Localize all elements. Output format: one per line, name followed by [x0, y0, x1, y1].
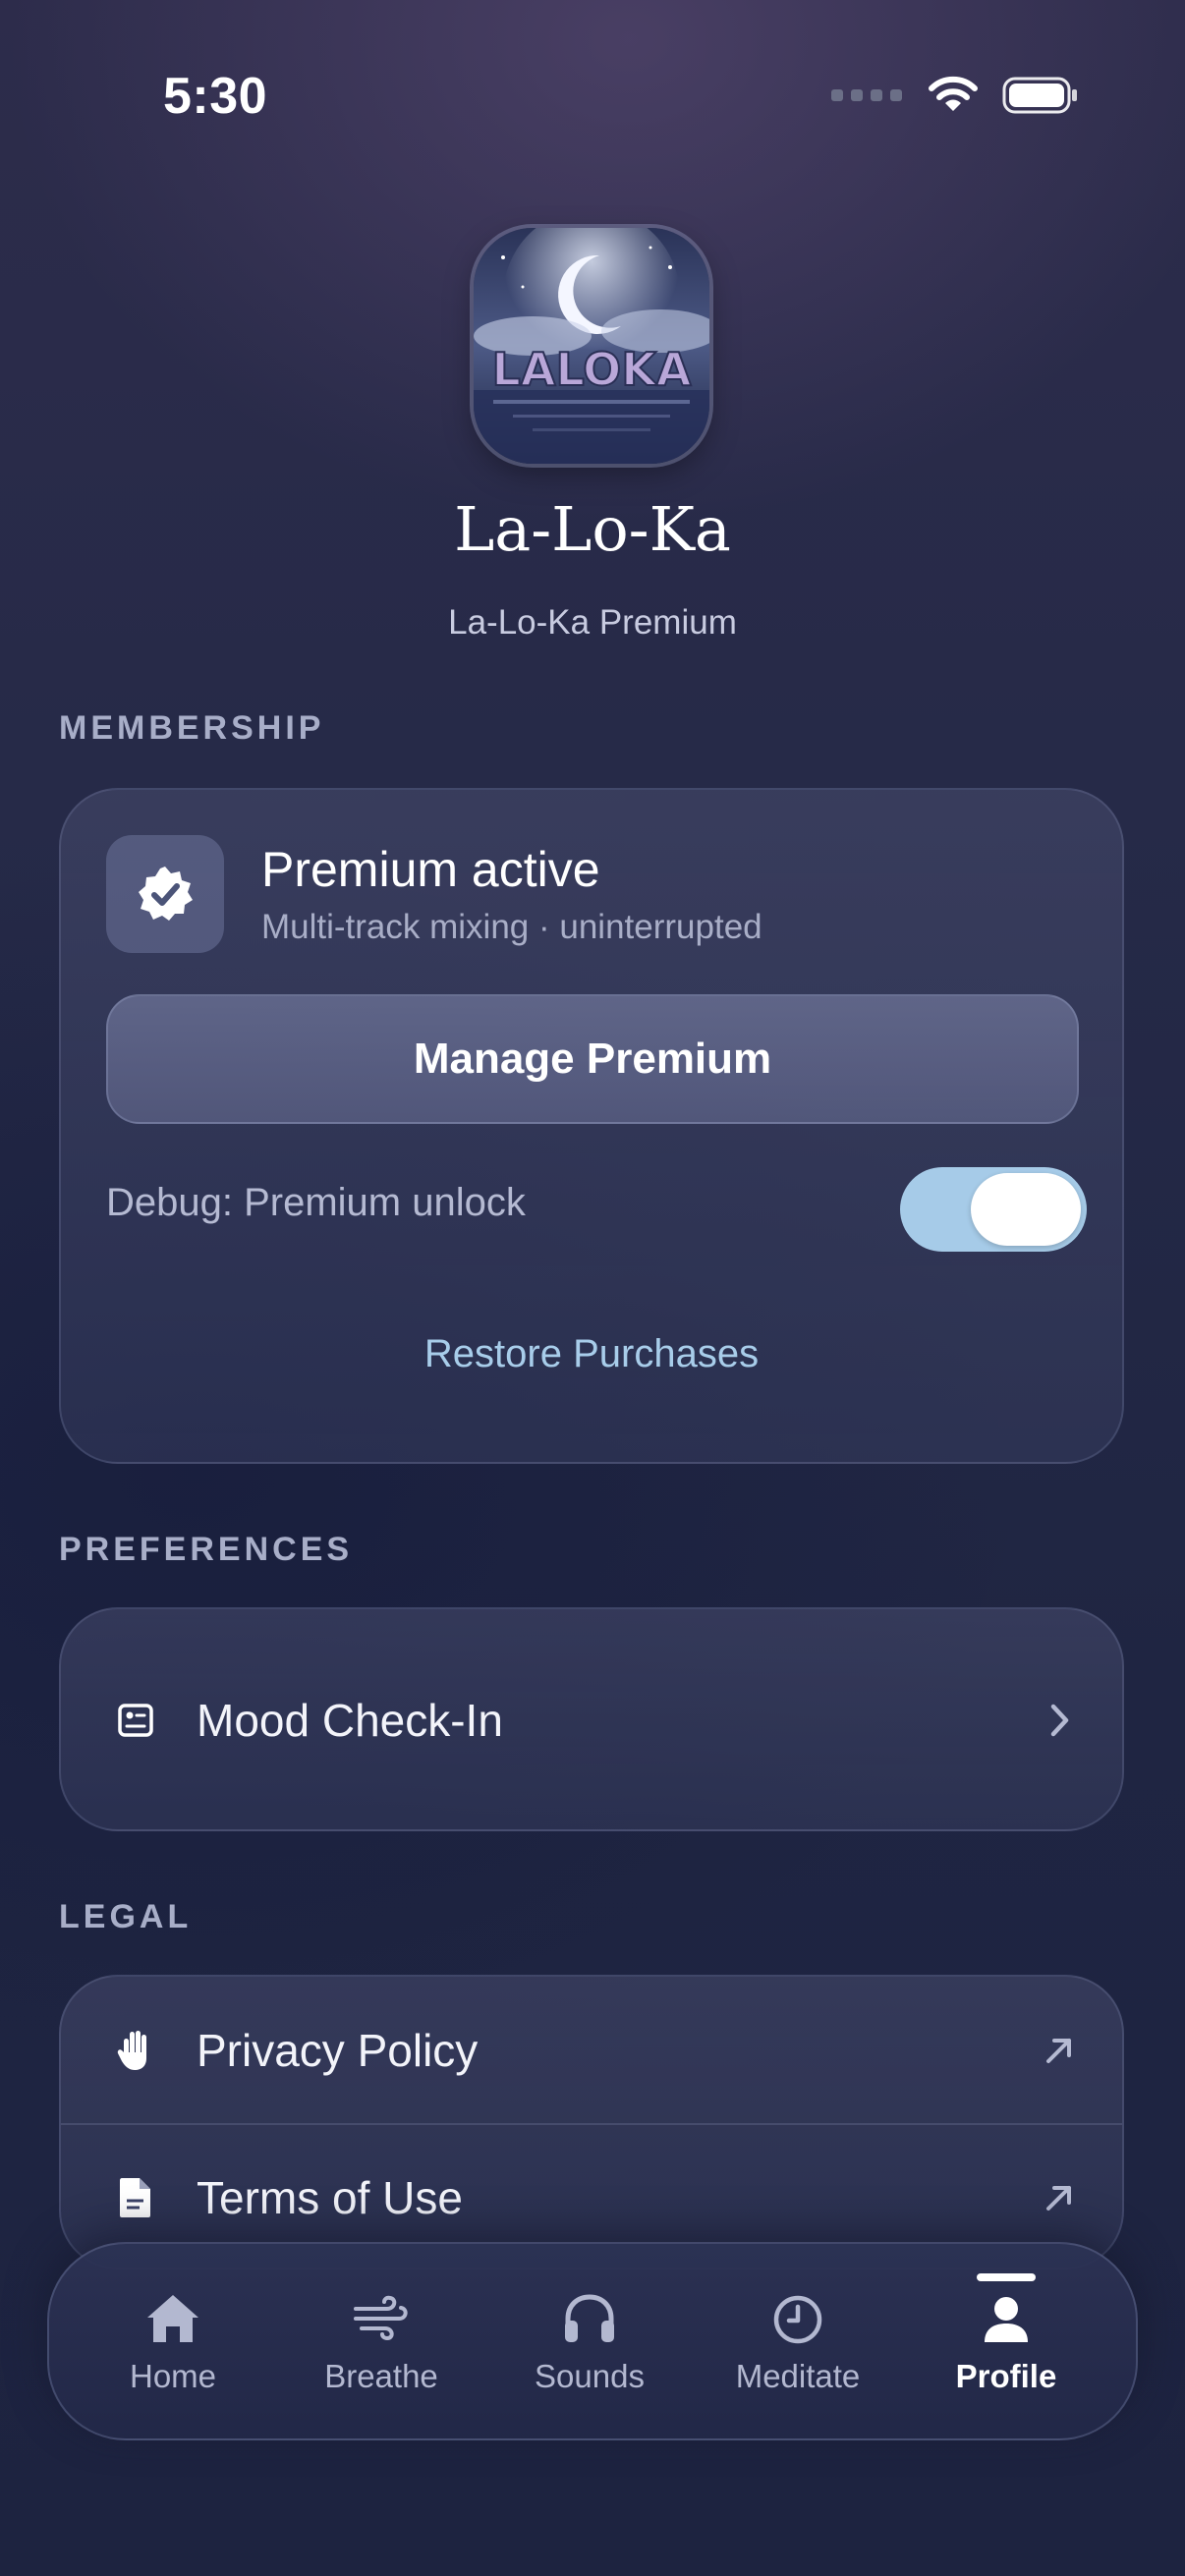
- premium-status-subtitle: Multi-track mixing · uninterrupted: [261, 908, 762, 946]
- tab-breathe[interactable]: Breathe: [277, 2244, 485, 2438]
- tab-bar: Home Breathe Sounds Meditate Profile: [47, 2242, 1138, 2440]
- tab-sounds-label: Sounds: [535, 2358, 645, 2394]
- tab-home[interactable]: Home: [69, 2244, 277, 2438]
- person-icon: [975, 2289, 1038, 2348]
- wind-icon: [350, 2289, 413, 2348]
- tab-sounds[interactable]: Sounds: [485, 2244, 694, 2438]
- app-logo: LALOKA: [474, 228, 709, 464]
- membership-card: Premium active Multi-track mixing · unin…: [59, 788, 1124, 1464]
- app-title: La-Lo-Ka: [454, 493, 731, 565]
- logo-letters: LALOKA: [492, 343, 692, 396]
- tab-profile[interactable]: Profile: [902, 2244, 1110, 2438]
- hand-icon: [114, 2029, 157, 2072]
- tab-meditate-label: Meditate: [735, 2358, 861, 2394]
- headphones-icon: [558, 2289, 621, 2348]
- external-link-icon: [1040, 2031, 1079, 2070]
- cellular-signal-icon: [831, 89, 902, 101]
- privacy-policy-label: Privacy Policy: [197, 2025, 479, 2076]
- home-icon: [141, 2289, 204, 2348]
- premium-badge: [106, 835, 224, 953]
- mood-checkin-label: Mood Check-In: [197, 1695, 503, 1746]
- debug-premium-toggle[interactable]: [900, 1167, 1087, 1252]
- restore-purchases-link[interactable]: Restore Purchases: [61, 1332, 1122, 1376]
- terms-of-use-label: Terms of Use: [197, 2172, 463, 2223]
- premium-status-title: Premium active: [261, 842, 600, 897]
- manage-premium-button[interactable]: Manage Premium: [106, 994, 1079, 1124]
- app-subtitle: La-Lo-Ka Premium: [448, 603, 737, 642]
- debug-premium-label: Debug: Premium unlock: [106, 1181, 526, 1224]
- battery-icon: [1002, 77, 1077, 114]
- checkin-card-icon: [114, 1699, 157, 1742]
- clock-icon: [766, 2289, 829, 2348]
- legal-card: Privacy Policy Terms of Use: [59, 1975, 1124, 2269]
- wifi-icon: [929, 76, 978, 111]
- status-time: 5:30: [163, 68, 268, 125]
- preferences-section-title: PREFERENCES: [59, 1531, 354, 1568]
- membership-section-title: MEMBERSHIP: [59, 709, 325, 747]
- tab-profile-label: Profile: [955, 2358, 1057, 2394]
- external-link-icon: [1040, 2178, 1079, 2217]
- tab-breathe-label: Breathe: [324, 2358, 438, 2394]
- document-icon: [114, 2176, 157, 2219]
- verified-badge-icon: [139, 867, 193, 921]
- privacy-policy-row[interactable]: Privacy Policy: [61, 1977, 1122, 2125]
- tab-meditate[interactable]: Meditate: [694, 2244, 902, 2438]
- preferences-card: Mood Check-In: [59, 1607, 1124, 1831]
- tab-home-label: Home: [129, 2358, 217, 2394]
- legal-section-title: LEGAL: [59, 1898, 193, 1935]
- status-indicators: [831, 73, 1079, 118]
- toggle-knob: [971, 1173, 1081, 1246]
- mood-checkin-row[interactable]: Mood Check-In: [61, 1647, 1122, 1794]
- chevron-right-icon: [1040, 1701, 1079, 1740]
- active-tab-indicator: [977, 2273, 1036, 2281]
